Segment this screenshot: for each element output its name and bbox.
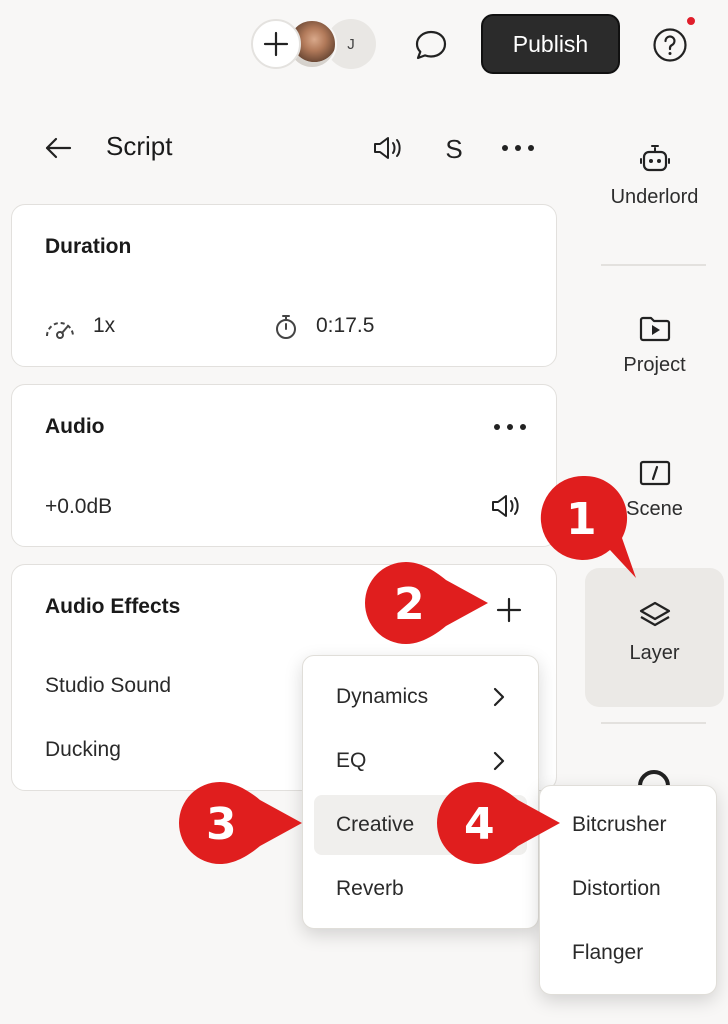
- more-icon: [502, 145, 534, 151]
- audio-more-button[interactable]: [490, 417, 530, 437]
- plus-icon: [263, 31, 289, 57]
- chevron-right-icon: [493, 687, 505, 707]
- audio-effects-title: Audio Effects: [45, 595, 181, 618]
- creative-submenu: Bitcrusher Distortion Flanger: [539, 785, 717, 995]
- stopwatch-icon: [276, 315, 296, 339]
- callout-marker-icon: [437, 782, 560, 864]
- comment-icon: [415, 30, 447, 60]
- effect-item-studio-sound[interactable]: Studio Sound: [45, 674, 171, 698]
- notification-dot: [685, 15, 697, 27]
- callout-1: 1: [538, 472, 642, 584]
- speaker-icon: [374, 137, 401, 159]
- callout-marker-icon: [179, 782, 302, 864]
- menu-item-dynamics[interactable]: Dynamics: [314, 667, 527, 727]
- arrow-left-icon: [45, 137, 72, 159]
- more-options-button[interactable]: [498, 130, 538, 166]
- effect-item-ducking[interactable]: Ducking: [45, 738, 121, 762]
- folder-play-icon: [639, 316, 670, 342]
- publish-button[interactable]: Publish: [481, 14, 620, 74]
- layers-icon: [639, 601, 670, 627]
- sidebar-item-underlord[interactable]: Underlord: [585, 142, 724, 209]
- volume-button[interactable]: [368, 130, 408, 166]
- more-icon: [494, 424, 526, 430]
- callout-3: 3: [176, 780, 306, 866]
- duration-card: Duration 1x 0:17.5: [11, 204, 557, 367]
- add-effect-button[interactable]: [492, 593, 526, 627]
- speed-gauge-icon: [46, 322, 74, 339]
- help-icon: [653, 28, 687, 62]
- duration-title: Duration: [45, 235, 132, 258]
- add-collaborator-button[interactable]: [251, 19, 301, 69]
- scene-icon: [639, 460, 670, 486]
- help-button[interactable]: [650, 25, 690, 65]
- menu-item-reverb[interactable]: Reverb: [314, 859, 527, 919]
- audio-title: Audio: [45, 415, 105, 438]
- robot-icon: [639, 145, 670, 172]
- page-title: Script: [106, 131, 173, 161]
- comment-button[interactable]: [410, 24, 452, 66]
- solo-button[interactable]: S: [438, 131, 470, 167]
- back-button[interactable]: [40, 130, 76, 166]
- duration-value[interactable]: 0:17.5: [316, 314, 374, 338]
- plus-icon: [496, 597, 522, 623]
- callout-2: 2: [362, 560, 492, 646]
- sidebar-divider: [601, 264, 706, 266]
- submenu-item-bitcrusher[interactable]: Bitcrusher: [550, 795, 706, 855]
- speaker-icon[interactable]: [489, 492, 523, 520]
- callout-marker-icon: [365, 562, 488, 644]
- sidebar-item-layer[interactable]: Layer: [585, 600, 724, 665]
- submenu-item-flanger[interactable]: Flanger: [550, 923, 706, 983]
- speed-value[interactable]: 1x: [93, 314, 115, 338]
- submenu-item-distortion[interactable]: Distortion: [550, 859, 706, 919]
- audio-card: Audio +0.0dB: [11, 384, 557, 547]
- sidebar-item-project[interactable]: Project: [585, 314, 724, 377]
- chevron-right-icon: [493, 751, 505, 771]
- callout-4: 4: [434, 780, 564, 866]
- sidebar-divider: [601, 722, 706, 724]
- gain-value[interactable]: +0.0dB: [45, 495, 112, 519]
